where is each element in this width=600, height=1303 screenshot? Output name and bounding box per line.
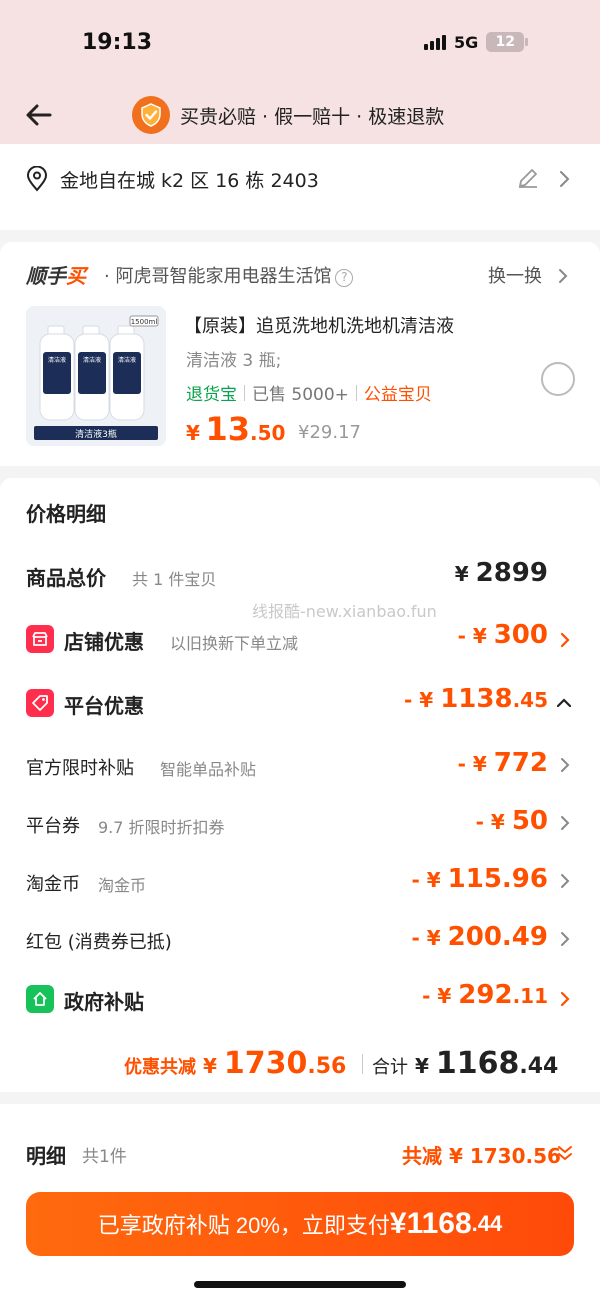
shop-discount-label: 店铺优惠: [64, 630, 144, 654]
swap-button[interactable]: 换一换: [488, 262, 568, 288]
signal-icon: [424, 34, 446, 50]
chevron-right-icon[interactable]: [560, 815, 570, 831]
price-detail-title: 价格明细: [26, 502, 106, 526]
subtotal-value: ¥ 2899: [454, 558, 548, 588]
saved-amount[interactable]: 共减 ¥ 1730.56: [402, 1140, 561, 1169]
taojinbi-value[interactable]: - ¥ 115.96: [412, 864, 549, 894]
pay-button[interactable]: 已享政府补贴 20%，立即支付 ¥1168.44: [26, 1192, 574, 1256]
official-subsidy-label: 官方限时补贴: [26, 758, 134, 779]
product-spec[interactable]: 清洁液 3 瓶;: [186, 346, 281, 371]
top-header: 19:13 5G 12 买贵必赔 · 假一赔十 · 极速退款: [0, 0, 600, 144]
home-indicator: [194, 1281, 406, 1288]
subtotal-sub: 共 1 件宝贝: [132, 570, 217, 589]
product-image[interactable]: 清洁液 清洁液 清洁液 1500ml 清洁液3瓶: [26, 306, 166, 446]
order-total: 合计 ¥ 1168.44: [372, 1046, 559, 1081]
chevron-right-icon[interactable]: [560, 873, 570, 889]
shop-card: 顺手买 · 阿虎哥智能家用电器生活馆? 换一换 清洁液 清洁液 清洁液 1500…: [0, 242, 600, 466]
store-icon: [26, 625, 54, 653]
guarantee-banner: 买贵必赔 · 假一赔十 · 极速退款: [132, 96, 444, 134]
back-arrow-icon[interactable]: [22, 98, 56, 132]
chevron-right-icon: [558, 269, 568, 283]
original-price: ¥29.17: [298, 422, 361, 443]
svg-text:清洁液: 清洁液: [83, 356, 101, 364]
sold-count-tag: 已售 5000+: [252, 385, 349, 405]
official-subsidy-sub: 智能单品补贴: [160, 760, 257, 779]
gov-subsidy-icon: [26, 985, 54, 1013]
status-time: 19:13: [82, 30, 153, 55]
guarantee-text: 买贵必赔 · 假一赔十 · 极速退款: [180, 105, 445, 128]
address-bar[interactable]: 金地自在城 k2 区 16 栋 2403: [0, 144, 600, 230]
gov-subsidy-value[interactable]: - ¥ 292.11: [422, 980, 548, 1010]
network-type: 5G: [454, 32, 479, 52]
shop-discount-sub: 以旧换新下单立减: [170, 634, 299, 653]
chevron-right-icon[interactable]: [560, 757, 570, 773]
chevron-right-icon[interactable]: [560, 991, 570, 1007]
platform-coupon-value[interactable]: - ¥ 50: [476, 806, 548, 836]
status-indicators: 5G 12: [424, 32, 529, 52]
taojinbi-sub: 淘金币: [98, 876, 147, 895]
location-pin-icon: [26, 166, 48, 192]
svg-text:清洁液: 清洁液: [118, 356, 136, 364]
official-subsidy-value[interactable]: - ¥ 772: [458, 748, 548, 778]
watermark-text: 线报酷-new.xianbao.fun: [252, 602, 437, 621]
checkout-bar: 明细 共1件 共减 ¥ 1730.56 已享政府补贴 20%，立即支付 ¥1168…: [0, 1104, 600, 1303]
battery-icon: 12: [486, 32, 529, 52]
item-count: 共1件: [82, 1147, 127, 1167]
chevron-right-icon[interactable]: [560, 931, 570, 947]
price-detail-card: 价格明细 线报酷-new.xianbao.fun 商品总价 共 1 件宝贝 ¥ …: [0, 478, 600, 1092]
subtotal-label: 商品总价: [26, 566, 106, 590]
charity-tag: 公益宝贝: [363, 385, 432, 405]
product-bottles-image: 清洁液 清洁液 清洁液 1500ml 清洁液3瓶: [26, 306, 166, 446]
taojinbi-label: 淘金币: [26, 874, 80, 895]
chevron-up-icon[interactable]: [556, 698, 572, 708]
product-price: ¥ 13.50: [186, 410, 286, 448]
svg-text:1500ml: 1500ml: [131, 318, 158, 326]
shield-check-icon: [132, 96, 170, 134]
chevron-right-icon[interactable]: [560, 632, 570, 648]
total-discount: 优惠共减 ¥ 1730.56: [124, 1046, 347, 1081]
coupon-tag-icon: [26, 689, 54, 717]
red-packet-label: 红包 (消费券已抵): [26, 932, 172, 953]
return-insurance-tag: 退货宝: [186, 385, 237, 405]
gov-subsidy-label: 政府补贴: [64, 990, 144, 1014]
shop-discount-value[interactable]: - ¥ 300: [458, 620, 548, 650]
address-text: 金地自在城 k2 区 16 栋 2403: [60, 170, 319, 192]
red-packet-value[interactable]: - ¥ 200.49: [412, 922, 549, 952]
svg-text:清洁液3瓶: 清洁液3瓶: [75, 428, 117, 440]
double-chevron-down-icon[interactable]: [556, 1144, 574, 1162]
help-icon[interactable]: ?: [335, 269, 354, 287]
shop-name: · 阿虎哥智能家用电器生活馆?: [104, 262, 354, 288]
select-radio[interactable]: [541, 362, 575, 396]
shunshoumai-logo: 顺手买: [26, 264, 86, 288]
platform-coupon-label: 平台券: [26, 816, 80, 837]
platform-discount-value[interactable]: - ¥ 1138.45: [404, 684, 548, 714]
product-tags: 退货宝 已售 5000+ 公益宝贝: [186, 380, 432, 405]
edit-pencil-icon[interactable]: [516, 166, 540, 190]
product-title[interactable]: 【原装】追觅洗地机洗地机清洁液: [184, 312, 454, 338]
svg-text:清洁液: 清洁液: [48, 356, 66, 364]
chevron-right-icon[interactable]: [558, 170, 570, 188]
detail-label[interactable]: 明细: [26, 1140, 66, 1169]
platform-discount-label: 平台优惠: [64, 694, 144, 718]
platform-coupon-sub: 9.7 折限时折扣券: [98, 818, 225, 837]
